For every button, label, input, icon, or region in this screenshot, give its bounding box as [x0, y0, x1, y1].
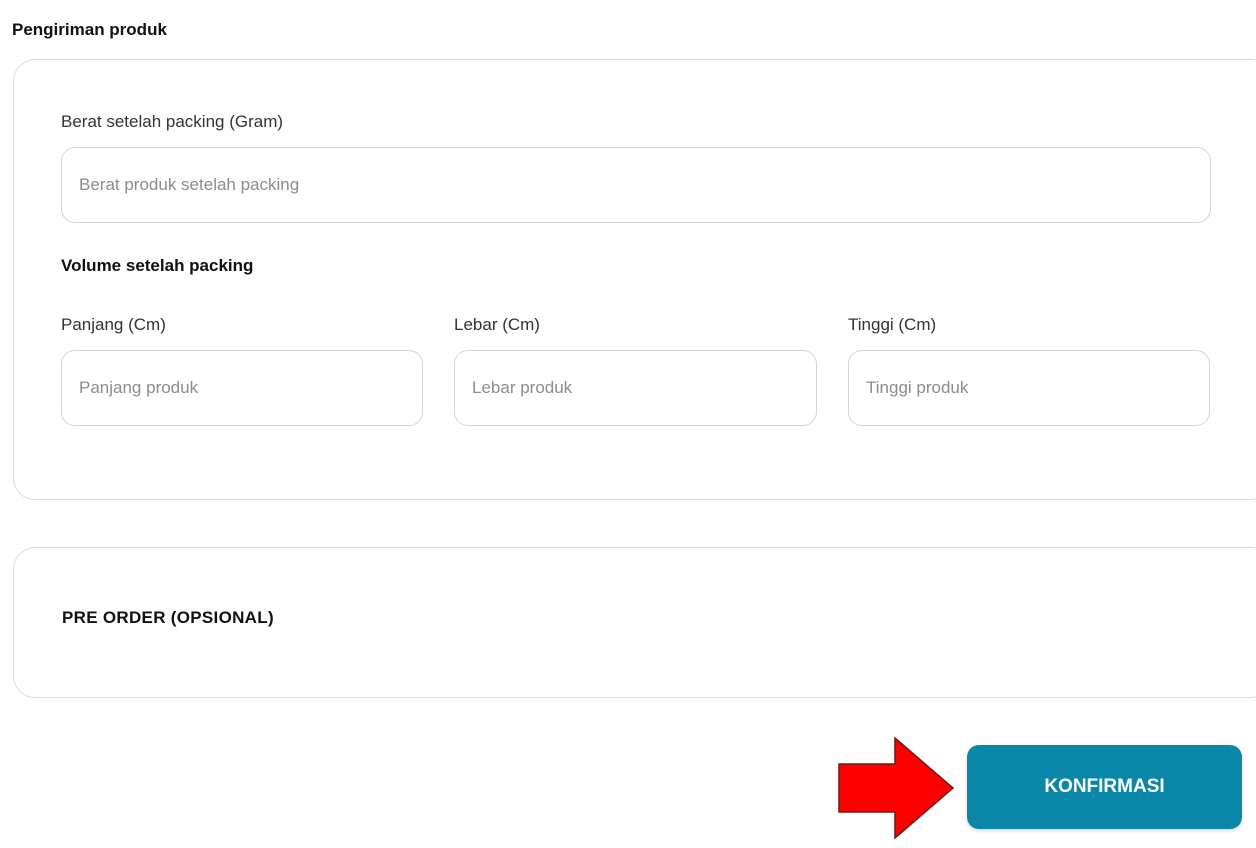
weight-input[interactable]: [61, 147, 1211, 223]
weight-label: Berat setelah packing (Gram): [61, 112, 284, 131]
shipping-card: Berat setelah packing (Gram) Volume sete…: [13, 59, 1256, 500]
height-input[interactable]: [848, 350, 1210, 426]
volume-heading: Volume setelah packing: [61, 256, 254, 275]
height-label: Tinggi (Cm): [848, 315, 937, 334]
length-label: Panjang (Cm): [61, 315, 166, 334]
width-input[interactable]: [454, 350, 817, 426]
section-title: Pengiriman produk: [12, 20, 167, 39]
width-label: Lebar (Cm): [454, 315, 540, 334]
confirm-button[interactable]: KONFIRMASI: [967, 745, 1242, 829]
preorder-title: PRE ORDER (OPSIONAL): [62, 608, 274, 627]
length-input[interactable]: [61, 350, 423, 426]
preorder-card[interactable]: PRE ORDER (OPSIONAL): [13, 547, 1256, 698]
right-arrow-icon: [838, 737, 954, 839]
page: Pengiriman produk Berat setelah packing …: [0, 0, 1256, 848]
